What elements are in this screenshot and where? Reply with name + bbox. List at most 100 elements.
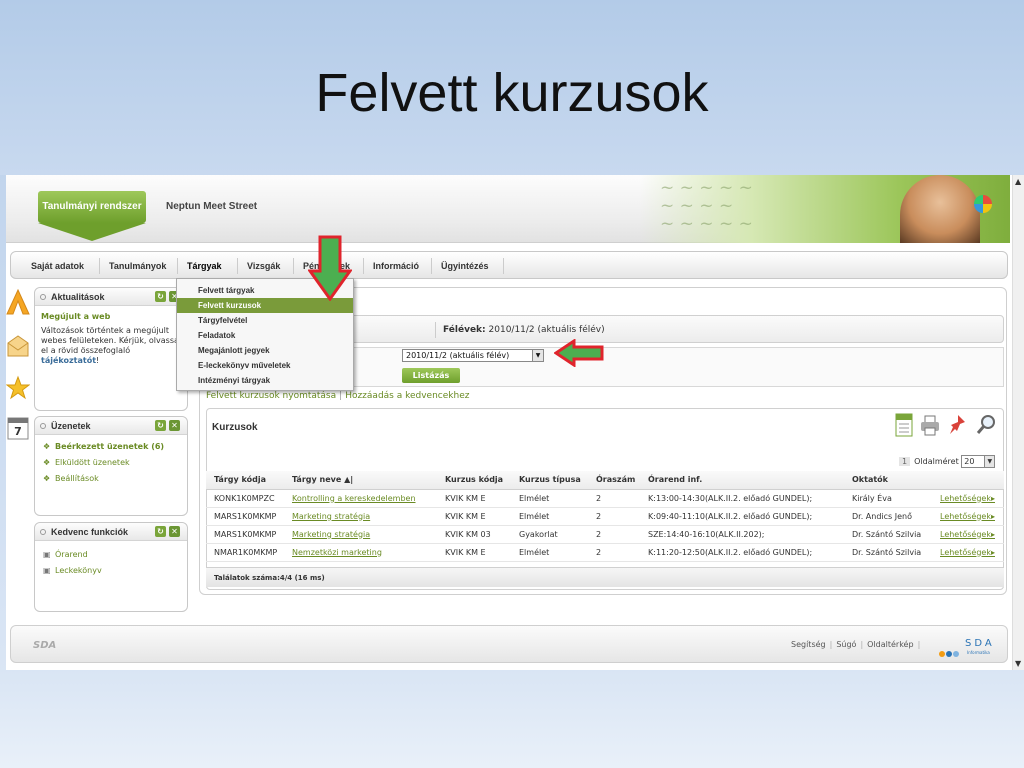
cell-hours: 2 [588, 489, 640, 508]
dropdown-item-e-leckekonyv[interactable]: E-leckekönyv műveletek [177, 358, 353, 373]
list-button[interactable]: Listázás [402, 368, 460, 383]
vertical-scrollbar[interactable]: ▲ ▼ [1012, 175, 1024, 670]
table-header-row: Tárgy kódja Tárgy neve ▲| Kurzus kódja K… [206, 471, 1004, 490]
link-separator: | [917, 640, 921, 649]
scroll-up-icon[interactable]: ▲ [1015, 177, 1021, 186]
news-panel-body: Megújult a web Változások történtek a me… [35, 306, 187, 372]
favorite-gradebook-link[interactable]: ▣ Leckekönyv [41, 563, 181, 579]
col-hours[interactable]: Óraszám [588, 471, 640, 490]
chevron-down-icon: ▼ [532, 350, 543, 361]
close-icon[interactable]: ✕ [169, 526, 180, 537]
add-to-favorites-link[interactable]: Hozzáadás a kedvencekhez [345, 391, 469, 401]
star-icon[interactable] [6, 375, 30, 401]
cell-timetable: K:09:40-11:10(ALK.II.2. előadó GUNDEL); [640, 507, 844, 526]
page-size-select[interactable]: 20 ▼ [961, 455, 996, 468]
menu-item-informacio[interactable]: Információ [373, 261, 419, 271]
cell-course-type: Elmélet [511, 507, 588, 526]
favorites-panel-title: Kedvenc funkciók [51, 527, 129, 537]
cell-options-link[interactable]: Lehetőségek▸ [932, 507, 1004, 526]
inbox-link[interactable]: ❖ Beérkezett üzenetek (6) [41, 439, 181, 455]
page-indicator[interactable]: 1 [899, 457, 911, 466]
cell-subject-name-link[interactable]: Nemzetközi marketing [284, 543, 437, 562]
footer-logo: SDA [33, 640, 57, 651]
table-row[interactable]: MARS1K0MKMP Marketing stratégia KVIK KM … [206, 507, 1004, 526]
envelope-icon[interactable] [6, 333, 30, 359]
cell-subject-code: MARS1K0MKMP [206, 507, 284, 526]
menu-item-tanulmanyok[interactable]: Tanulmányok [109, 261, 166, 271]
scroll-down-icon[interactable]: ▼ [1015, 659, 1021, 668]
calendar-icon[interactable]: 7 [6, 415, 30, 441]
menu-separator [177, 258, 178, 274]
cell-options-link[interactable]: Lehetőségek▸ [932, 525, 1004, 544]
menu-item-vizsgak[interactable]: Vizsgák [247, 261, 280, 271]
col-timetable[interactable]: Órarend inf. [640, 471, 844, 490]
bullet-icon: ❖ [43, 458, 51, 467]
messages-panel-body: ❖ Beérkezett üzenetek (6) ❖ Elküldött üzen… [35, 435, 187, 493]
sent-messages-link[interactable]: ❖ Elküldött üzenetek [41, 455, 181, 471]
news-link[interactable]: tájékoztatót [41, 356, 96, 365]
col-course-type[interactable]: Kurzus típusa [511, 471, 588, 490]
cell-subject-name-link[interactable]: Marketing stratégia [284, 525, 437, 544]
link-separator: | [829, 640, 833, 649]
print-icon[interactable] [920, 413, 940, 437]
news-text: Változások történtek a megújult webes fe… [41, 326, 179, 355]
pin-icon[interactable] [948, 413, 968, 437]
dropdown-item-feladatok[interactable]: Feladatok [177, 328, 353, 343]
results-count: Találatok száma:4/4 (16 ms) [206, 567, 1004, 587]
menu-item-targyak[interactable]: Tárgyak [187, 261, 222, 271]
table-row[interactable]: KONK1K0MPZC Kontrolling a kereskedelembe… [206, 489, 1004, 508]
a-letter-icon[interactable] [6, 289, 30, 315]
col-course-code[interactable]: Kurzus kódja [437, 471, 511, 490]
term-separator [435, 322, 436, 338]
page-icon: ▣ [43, 550, 51, 559]
globe-icon[interactable] [974, 195, 992, 213]
favorites-panel: Kedvenc funkciók ↻ ✕ ▣ Órarend ▣ Leckeköny… [34, 522, 188, 612]
settings-link[interactable]: ❖ Beállítások [41, 471, 181, 487]
col-subject-code[interactable]: Tárgy kódja [206, 471, 284, 490]
manual-link[interactable]: Súgó [836, 640, 856, 649]
cell-subject-name-link[interactable]: Kontrolling a kereskedelemben [284, 489, 437, 508]
refresh-icon[interactable]: ↻ [155, 526, 166, 537]
col-teachers[interactable]: Oktatók [844, 471, 932, 490]
header-photo [900, 175, 980, 243]
menu-separator [293, 258, 294, 274]
panel-dot-icon [40, 294, 46, 300]
dropdown-item-targyfelvetel[interactable]: Tárgyfelvétel [177, 313, 353, 328]
refresh-icon[interactable]: ↻ [155, 420, 166, 431]
neptun-screenshot: ~ ~ ~ ~ ~ ~ ~ ~ ~ ~ ~ ~ ~ ~ Tanulmányi ren… [6, 175, 1024, 670]
courses-table: Tárgy kódja Tárgy neve ▲| Kurzus kódja K… [206, 471, 1004, 562]
cell-course-code: KVIK KM 03 [437, 525, 511, 544]
footer-links: Segítség | Súgó | Oldaltérkép | [791, 640, 924, 649]
dropdown-item-intezmenyi-targyak[interactable]: Intézményi tárgyak [177, 373, 353, 388]
annotation-arrow-down-icon [308, 235, 352, 301]
link-separator: | [860, 640, 864, 649]
panel-header: Üzenetek ↻ ✕ [35, 417, 187, 435]
menu-item-sajat-adatok[interactable]: Saját adatok [31, 261, 84, 271]
table-row[interactable]: MARS1K0MKMP Marketing stratégia KVIK KM … [206, 525, 1004, 544]
sda-dots-icon [939, 642, 960, 661]
dropdown-item-megajanlott-jegyek[interactable]: Megajánlott jegyek [177, 343, 353, 358]
print-courses-link[interactable]: Felvett kurzusok nyomtatása [206, 391, 336, 401]
term-select[interactable]: 2010/11/2 (aktuális félév) ▼ [402, 349, 544, 362]
messages-panel: Üzenetek ↻ ✕ ❖ Beérkezett üzenetek (6) ❖ E… [34, 416, 188, 516]
cell-options-link[interactable]: Lehetőségek▸ [932, 543, 1004, 562]
table-row[interactable]: NMAR1K0MKMP Nemzetközi marketing KVIK KM… [206, 543, 1004, 562]
favorite-timetable-link[interactable]: ▣ Órarend [41, 547, 181, 563]
refresh-icon[interactable]: ↻ [155, 291, 166, 302]
app-header: ~ ~ ~ ~ ~ ~ ~ ~ ~ ~ ~ ~ ~ ~ Tanulmányi ren… [6, 175, 1010, 243]
sitemap-link[interactable]: Oldaltérkép [867, 640, 913, 649]
cell-options-link[interactable]: Lehetőségek▸ [932, 489, 1004, 508]
svg-text:7: 7 [14, 425, 22, 438]
cell-subject-name-link[interactable]: Marketing stratégia [284, 507, 437, 526]
cell-teacher: Dr. Szántó Szilvia [844, 525, 932, 544]
panel-dot-icon [40, 423, 46, 429]
cell-course-type: Elmélet [511, 489, 588, 508]
search-icon[interactable] [976, 413, 996, 437]
system-badge[interactable]: Tanulmányi rendszer [38, 191, 146, 223]
col-subject-name[interactable]: Tárgy neve ▲| [284, 471, 437, 490]
close-icon[interactable]: ✕ [169, 420, 180, 431]
courses-title: Kurzusok [212, 422, 258, 433]
menu-item-ugyintezes[interactable]: Ügyintézés [441, 261, 489, 271]
help-link[interactable]: Segítség [791, 640, 826, 649]
excel-export-icon[interactable] [894, 413, 914, 437]
